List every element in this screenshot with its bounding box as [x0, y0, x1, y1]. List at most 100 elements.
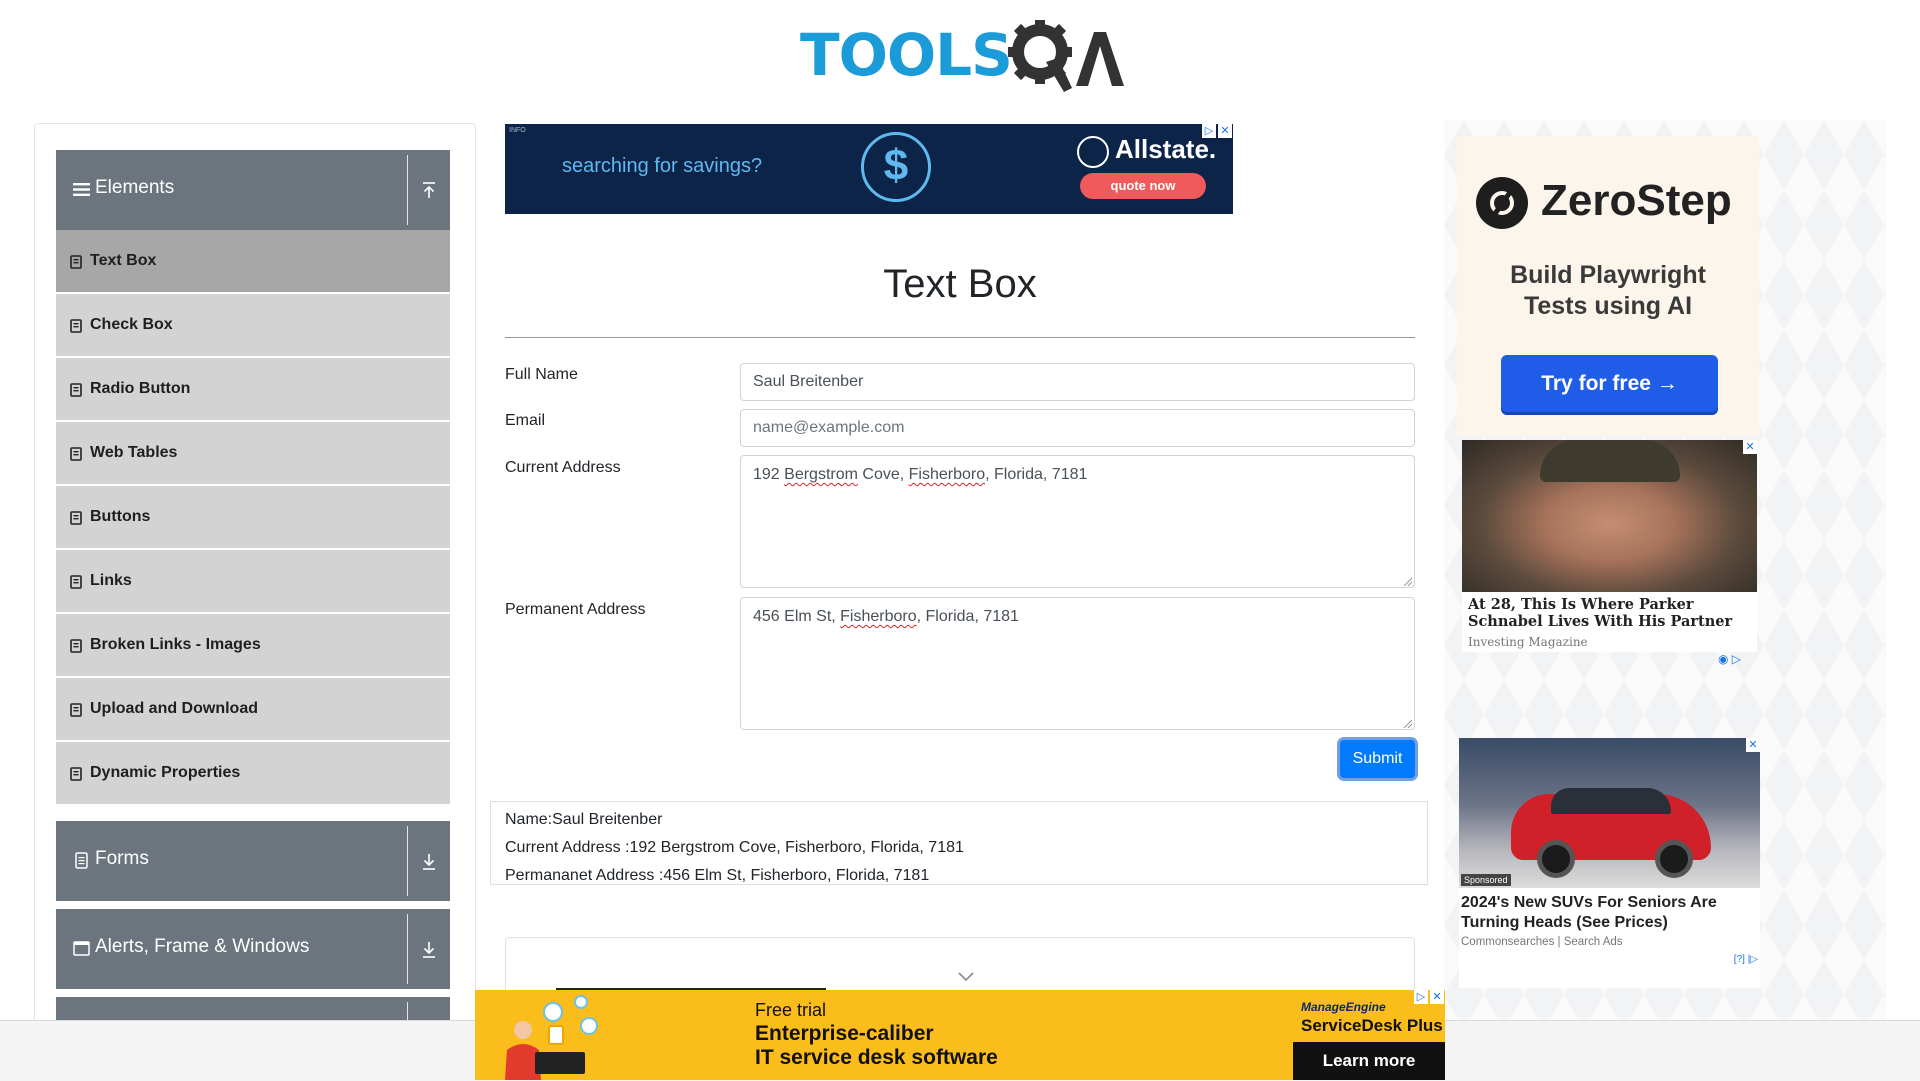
sidebar-item-text-box[interactable]: Text Box — [56, 230, 450, 294]
person-laptop-illustration — [505, 995, 598, 1080]
document-icon — [75, 852, 88, 869]
sidebar-group-title: Elements — [95, 177, 175, 198]
sidebar-item-web-tables[interactable]: Web Tables — [56, 422, 450, 486]
full-name-input[interactable] — [740, 363, 1415, 401]
ad-close-icon[interactable]: ✕ — [1430, 990, 1444, 1004]
current-address-textarea[interactable]: 192 Bergstrom Cove, Fisherboro, Florida,… — [740, 455, 1415, 588]
sidebar-item-check-box[interactable]: Check Box — [56, 294, 450, 358]
zerostep-subtitle-line: Tests using AI — [1523, 292, 1693, 320]
address-text: 192 — [753, 466, 785, 483]
misspelled-word: Bergstrom — [784, 466, 858, 483]
toolsqa-logo[interactable]: TOOLS — [800, 14, 1130, 94]
suv-ad[interactable]: Sponsored ✕ 2024's New SUVs For Seniors … — [1459, 738, 1760, 988]
adchoices-icon[interactable]: ◉ ▷ — [1718, 652, 1741, 666]
address-text: , Florida, 7181 — [985, 466, 1088, 483]
sidebar-group-alerts[interactable]: Alerts, Frame & Windows — [56, 909, 450, 989]
adchoices-icon[interactable]: ▷ — [1202, 124, 1216, 138]
sidebar-group-title: Alerts, Frame & Windows — [95, 936, 310, 957]
ad-tagline: searching for savings? — [562, 155, 763, 177]
chevron-down-icon[interactable] — [958, 972, 974, 982]
email-label: Email — [505, 412, 546, 429]
page-title: Text Box — [883, 262, 1037, 306]
ad-close-icon[interactable]: ✕ — [1218, 124, 1232, 138]
sidebar-item-label: Check Box — [90, 316, 173, 333]
ad-close-icon[interactable]: ✕ — [1746, 738, 1760, 752]
resize-handle[interactable] — [1404, 720, 1412, 728]
output-current-address: Current Address :192 Bergstrom Cove, Fis… — [505, 839, 964, 856]
sidebar-item-links[interactable]: Links — [56, 550, 450, 614]
divider — [505, 337, 1415, 338]
expand-down-icon[interactable] — [420, 939, 438, 959]
ad-close-icon[interactable]: ✕ — [1743, 440, 1757, 454]
expand-down-icon[interactable] — [420, 851, 438, 871]
sidebar-item-upload-download[interactable]: Upload and Download — [56, 678, 450, 742]
file-code-icon — [70, 447, 82, 461]
sidebar-item-radio-button[interactable]: Radio Button — [56, 358, 450, 422]
car-window-shape — [1551, 788, 1671, 814]
adchoices-icon[interactable]: ▷ — [1414, 990, 1428, 1004]
address-text: 456 Elm St, — [753, 608, 841, 625]
logo-text: TOOLS — [800, 21, 1013, 89]
sidebar-item-label: Dynamic Properties — [90, 764, 241, 781]
output-permanent-address: Permananet Address :456 Elm St, Fisherbo… — [505, 867, 930, 884]
sidebar-group-elements[interactable]: Elements — [56, 150, 450, 230]
resize-handle[interactable] — [1404, 578, 1412, 586]
ad-headline-line: IT service desk software — [755, 1046, 998, 1069]
file-code-icon — [70, 639, 82, 653]
file-code-icon — [70, 575, 82, 589]
sidebar-group-forms[interactable]: Forms — [56, 821, 450, 901]
permanent-address-textarea[interactable]: 456 Elm St, Fisherboro, Florida, 7181 — [740, 597, 1415, 730]
permanent-address-label: Permanent Address — [505, 601, 646, 618]
suv-ad-photo: Sponsored — [1459, 738, 1760, 888]
sidebar-item-label: Upload and Download — [90, 700, 258, 717]
learn-more-button[interactable]: Learn more — [1293, 1042, 1445, 1080]
file-code-icon — [70, 511, 82, 525]
bottom-banner-ad[interactable]: Free trial Enterprise-caliber IT service… — [475, 990, 1445, 1080]
sidebar-item-dynamic-properties[interactable]: Dynamic Properties — [56, 742, 450, 806]
divider — [407, 155, 408, 225]
ad-headline-line: Enterprise-caliber — [755, 1022, 934, 1045]
sidebar-item-label: Links — [90, 572, 132, 589]
sidebar-item-label: Buttons — [90, 508, 151, 525]
output-panel: Name:Saul Breitenber Current Address :19… — [490, 801, 1428, 885]
divider — [407, 914, 408, 984]
file-code-icon — [70, 767, 82, 781]
news-ad-headline: At 28, This Is Where Parker Schnabel Liv… — [1468, 596, 1733, 630]
zerostep-ad[interactable]: ZeroStep Build Playwright Tests using AI… — [1457, 136, 1759, 436]
news-ad-photo — [1462, 440, 1757, 592]
adchoices-icon[interactable]: [?] |▷ — [1734, 954, 1758, 965]
news-ad[interactable]: ✕ At 28, This Is Where Parker Schnabel L… — [1462, 440, 1757, 652]
file-code-icon — [70, 703, 82, 717]
news-ad-source: Investing Magazine — [1468, 635, 1588, 649]
misspelled-word: Fisherboro — [840, 608, 917, 625]
email-input[interactable] — [740, 409, 1415, 447]
file-code-icon — [70, 255, 82, 269]
logo-gear-q-icon — [1008, 20, 1124, 92]
sidebar-item-label: Radio Button — [90, 380, 191, 397]
cap-shape — [1540, 440, 1680, 482]
full-name-label: Full Name — [505, 366, 578, 383]
sidebar-item-label: Text Box — [90, 252, 157, 269]
car-wheel-shape — [1537, 840, 1575, 878]
zerostep-subtitle: Build Playwright Tests using AI — [1457, 260, 1759, 322]
allstate-hands-icon — [1077, 136, 1109, 168]
sponsored-badge: Sponsored — [1461, 874, 1511, 886]
sidebar-item-buttons[interactable]: Buttons — [56, 486, 450, 550]
top-banner-ad[interactable]: INFO searching for savings? $ Allstate. … — [505, 124, 1233, 214]
sidebar-group-title: Forms — [95, 848, 149, 869]
window-icon — [73, 941, 90, 956]
dollar-icon: $ — [861, 132, 931, 202]
hamburger-icon — [73, 183, 90, 196]
sidebar-item-label: Broken Links - Images — [90, 636, 261, 653]
file-code-icon — [70, 319, 82, 333]
address-text: Cove, — [857, 466, 909, 483]
adchoice-help: [?] — [1733, 954, 1745, 965]
ad-brand: Allstate. — [1115, 134, 1217, 164]
collapse-up-icon[interactable] — [420, 180, 438, 200]
submit-button[interactable]: Submit — [1340, 740, 1415, 778]
sidebar-item-broken-links[interactable]: Broken Links - Images — [56, 614, 450, 678]
ad-brand-vendor: ManageEngine — [1301, 1000, 1386, 1014]
ad-cta-button[interactable]: quote now — [1080, 173, 1206, 199]
zerostep-cta-button[interactable]: Try for free → — [1501, 355, 1718, 412]
ad-brand-product: ServiceDesk Plus — [1301, 1016, 1443, 1035]
